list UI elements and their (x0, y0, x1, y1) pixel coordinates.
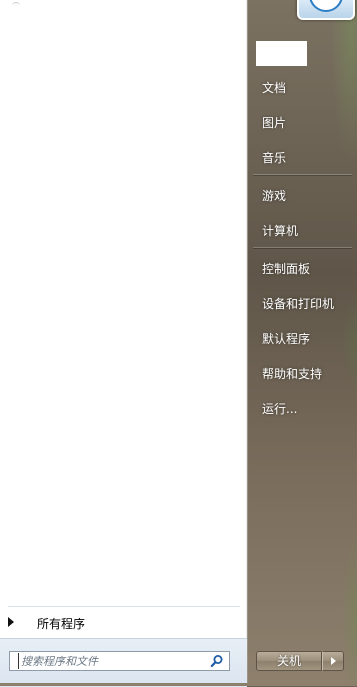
left-separator (8, 606, 240, 607)
start-menu-left-panel (0, 0, 248, 686)
all-programs-label: 所有程序 (37, 617, 86, 631)
triangle-right-icon (8, 617, 14, 627)
menu-item-pictures[interactable]: 图片 (262, 114, 286, 131)
user-name-tile[interactable] (256, 41, 307, 66)
scroll-remnant (12, 2, 20, 6)
user-avatar[interactable] (297, 0, 355, 20)
triangle-right-icon (331, 657, 336, 665)
shutdown-group: 关机 (256, 651, 344, 671)
menu-item-documents[interactable]: 文档 (262, 79, 286, 96)
avatar-ring (309, 0, 343, 12)
menu-item-devices-printers[interactable]: 设备和打印机 (262, 295, 334, 312)
menu-item-run[interactable]: 运行... (262, 400, 297, 417)
menu-item-help-support[interactable]: 帮助和支持 (262, 365, 322, 382)
search-box[interactable] (9, 651, 230, 671)
search-strip (0, 638, 247, 687)
search-input[interactable] (18, 653, 201, 669)
shutdown-options-button[interactable] (322, 651, 344, 671)
menu-item-control-panel[interactable]: 控制面板 (262, 260, 310, 277)
menu-item-computer[interactable]: 计算机 (262, 222, 298, 239)
menu-item-default-programs[interactable]: 默认程序 (262, 330, 310, 347)
shutdown-button[interactable]: 关机 (256, 651, 322, 671)
search-icon[interactable] (210, 654, 224, 668)
all-programs-button[interactable]: 所有程序 (0, 612, 247, 632)
right-separator-2 (253, 247, 352, 248)
menu-item-music[interactable]: 音乐 (262, 149, 286, 166)
right-separator-1 (253, 174, 352, 175)
menu-item-games[interactable]: 游戏 (262, 187, 286, 204)
